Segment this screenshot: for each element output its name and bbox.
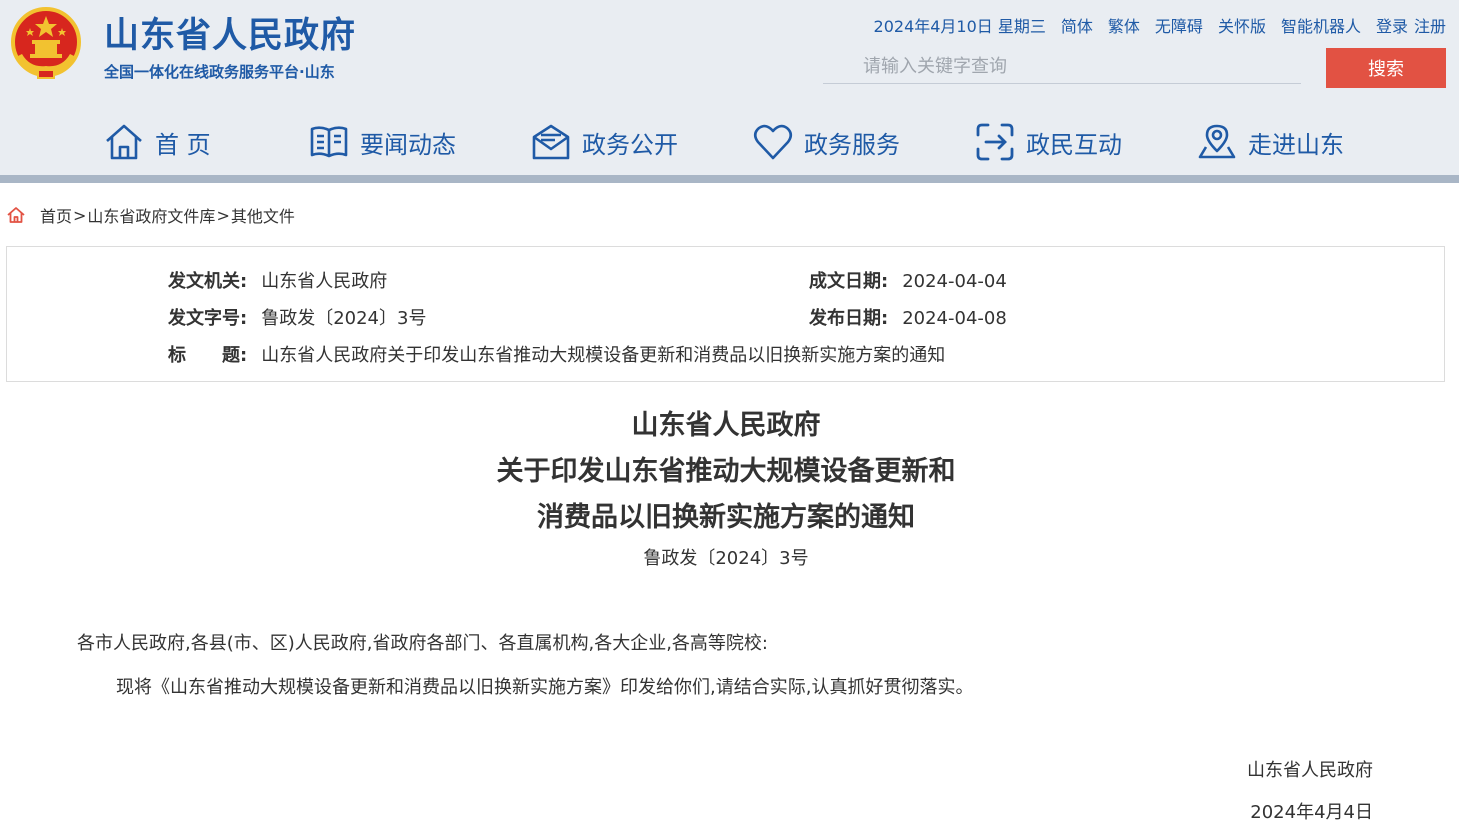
breadcrumb-item-other-files[interactable]: 其他文件 — [231, 203, 295, 227]
doc-number: 鲁政发〔2024〕3号 — [643, 548, 809, 569]
accessibility-link[interactable]: 无障碍 — [1155, 13, 1203, 37]
breadcrumb-item-home[interactable]: 首页 — [40, 203, 72, 227]
doc-number-value: 鲁政发〔2024〕3号 — [261, 308, 427, 329]
title-row: 标 题: 山东省人民政府关于印发山东省推动大规模设备更新和消费品以旧换新实施方案的… — [168, 341, 945, 367]
published-date-value: 2024-04-08 — [902, 308, 1007, 329]
breadcrumb-item-library[interactable]: 山东省政府文件库 — [87, 203, 215, 227]
issuer-row: 发文机关: 山东省人民政府 — [168, 267, 387, 293]
nav-item-label: 政务公开 — [582, 130, 678, 159]
doc-title-line-3: 消费品以旧换新实施方案的通知 — [537, 502, 915, 533]
doc-number-label: 发文字号: — [168, 308, 248, 329]
book-icon — [310, 126, 348, 158]
nav-item-about-shandong[interactable]: 走进山东 — [1196, 119, 1344, 165]
document-info-box: 发文机关: 山东省人民政府 成文日期: 2024-04-04 发文字号: 鲁政发〔20… — [6, 246, 1445, 382]
created-date-value: 2024-04-04 — [902, 271, 1007, 292]
traditional-chinese-link[interactable]: 繁体 — [1108, 13, 1140, 37]
nav-item-public-affairs[interactable]: 政务公开 — [530, 119, 678, 165]
breadcrumb: 首页 > 山东省政府文件库 > 其他文件 — [6, 203, 295, 227]
signature-date: 2024年4月4日 — [1250, 802, 1373, 823]
title-value: 山东省人民政府关于印发山东省推动大规模设备更新和消费品以旧换新实施方案的通知 — [261, 345, 946, 366]
register-link[interactable]: 注册 — [1414, 13, 1446, 37]
nav-item-interaction[interactable]: 政民互动 — [974, 119, 1122, 165]
nav-item-label: 走进山东 — [1248, 130, 1344, 159]
created-date-label: 成文日期: — [809, 271, 889, 292]
nav-item-label: 政务服务 — [804, 130, 900, 159]
nav-item-news[interactable]: 要闻动态 — [308, 119, 456, 165]
breadcrumb-separator: > — [73, 205, 87, 225]
nav-item-label: 首 页 — [155, 130, 211, 159]
breadcrumb-separator: > — [216, 205, 230, 225]
elderly-mode-link[interactable]: 关怀版 — [1218, 13, 1266, 37]
search-input[interactable] — [823, 50, 1301, 84]
breadcrumb-home-icon — [7, 207, 25, 223]
header-divider — [0, 175, 1459, 183]
site-subtitle: 全国一体化在线政务服务平台·山东 — [104, 63, 335, 81]
search-button[interactable]: 搜索 — [1326, 48, 1446, 88]
mail-icon — [532, 124, 570, 160]
simplified-chinese-link[interactable]: 简体 — [1061, 13, 1093, 37]
heart-icon — [753, 124, 793, 160]
title-label: 标 题: — [168, 345, 248, 366]
nav-item-home[interactable]: 首 页 — [103, 119, 211, 165]
home-icon — [106, 124, 142, 160]
signature-org: 山东省人民政府 — [1247, 760, 1373, 781]
nav-item-label: 要闻动态 — [360, 130, 456, 159]
site-title[interactable]: 山东省人民政府 — [104, 7, 356, 58]
doc-salutation: 各市人民政府,各县(市、区)人民政府,省政府各部门、各直属机构,各大企业,各高等… — [77, 633, 768, 654]
doc-body: 现将《山东省推动大规模设备更新和消费品以旧换新实施方案》印发给你们,请结合实际,… — [116, 677, 974, 698]
interaction-icon — [976, 123, 1014, 161]
account-links: 登录 注册 — [1376, 13, 1446, 37]
page: 山东省人民政府 全国一体化在线政务服务平台·山东 2024年4月10日 星期三 … — [0, 0, 1459, 836]
current-date: 2024年4月10日 星期三 — [873, 17, 1046, 36]
location-icon — [1198, 124, 1236, 159]
nav-item-services[interactable]: 政务服务 — [752, 119, 900, 165]
national-emblem-icon[interactable] — [8, 6, 84, 82]
published-date-row: 发布日期: 2024-04-08 — [809, 304, 1007, 330]
doc-title-line-2: 关于印发山东省推动大规模设备更新和 — [496, 456, 956, 487]
published-date-label: 发布日期: — [809, 308, 889, 329]
doc-title-line-1: 山东省人民政府 — [631, 410, 821, 441]
smart-robot-link[interactable]: 智能机器人 — [1281, 13, 1361, 37]
main-nav: 首 页 要闻动态 政务公开 政务服务 政民互动 走进山东 — [0, 112, 1459, 172]
created-date-row: 成文日期: 2024-04-04 — [809, 267, 1007, 293]
issuer-label: 发文机关: — [168, 271, 248, 292]
nav-item-label: 政民互动 — [1026, 130, 1122, 159]
site-header: 山东省人民政府 全国一体化在线政务服务平台·山东 2024年4月10日 星期三 … — [0, 0, 1459, 175]
top-links: 2024年4月10日 星期三 简体 繁体 无障碍 关怀版 智能机器人 登录 注册 — [874, 13, 1446, 37]
issuer-value: 山东省人民政府 — [261, 271, 388, 292]
doc-number-row: 发文字号: 鲁政发〔2024〕3号 — [168, 304, 426, 330]
login-link[interactable]: 登录 — [1376, 13, 1408, 37]
